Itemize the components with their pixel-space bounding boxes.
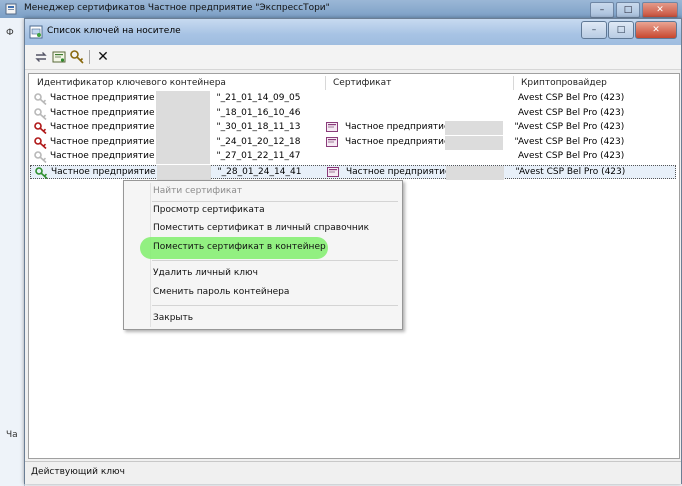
minimize-button[interactable]: – bbox=[581, 21, 607, 39]
menu-item-delete-private-key[interactable]: Удалить личный ключ bbox=[153, 265, 258, 281]
column-header-container-id[interactable]: Идентификатор ключевого контейнера bbox=[33, 74, 226, 92]
menu-item-view-certificate[interactable]: Просмотр сертификата bbox=[153, 202, 265, 218]
background-window-title: Менеджер сертификатов Частное предприяти… bbox=[24, 3, 330, 13]
dialog-title: Список ключей на носителе bbox=[47, 26, 181, 36]
menu-item-change-container-password[interactable]: Сменить пароль контейнера bbox=[153, 284, 289, 300]
menu-item-find-certificate: Найти сертификат bbox=[153, 186, 243, 196]
redacted-area bbox=[156, 149, 210, 164]
bg-close-button[interactable]: ✕ bbox=[642, 2, 678, 18]
key-icon bbox=[34, 136, 47, 149]
menu-item-place-cert-in-personal-store[interactable]: Поместить сертификат в личный справочник bbox=[153, 220, 369, 236]
list-header: Идентификатор ключевого контейнера Серти… bbox=[29, 74, 679, 92]
certificate-icon bbox=[326, 136, 338, 147]
bg-minimize-button[interactable]: – bbox=[590, 2, 614, 18]
bg-maximize-button[interactable]: □ bbox=[616, 2, 640, 18]
column-header-provider[interactable]: Криптопровайдер bbox=[517, 74, 607, 92]
background-left-panel: Ф Ча bbox=[0, 18, 25, 486]
column-divider[interactable] bbox=[513, 76, 514, 90]
redacted-area bbox=[156, 91, 210, 106]
redacted-area bbox=[446, 165, 504, 180]
delete-icon[interactable]: ✕ bbox=[95, 49, 111, 65]
redacted-area bbox=[445, 121, 503, 135]
key-icon bbox=[35, 166, 48, 179]
toolbar: ✕ bbox=[25, 45, 681, 70]
crypto-provider: Avest CSP Bel Pro (423) bbox=[518, 136, 625, 147]
table-row[interactable]: Частное предприятие " "_28_01_24_14_41 Час… bbox=[30, 164, 676, 180]
app-icon bbox=[5, 3, 17, 15]
key-icon bbox=[34, 93, 47, 105]
crypto-provider: Avest CSP Bel Pro (423) bbox=[518, 151, 625, 161]
dialog-icon bbox=[29, 25, 43, 39]
redacted-area bbox=[156, 120, 210, 135]
menu-separator bbox=[152, 260, 398, 261]
maximize-button[interactable]: □ bbox=[608, 21, 634, 39]
key-icon bbox=[34, 151, 47, 163]
redacted-area bbox=[156, 105, 210, 121]
menu-item-place-cert-in-container[interactable]: Поместить сертификат в контейнер bbox=[153, 239, 326, 255]
dialog-titlebar[interactable]: Список ключей на носителе – □ ✕ bbox=[25, 19, 681, 45]
redacted-area bbox=[157, 164, 211, 180]
certificate-icon bbox=[326, 122, 338, 132]
table-row[interactable]: Частное предприятие " "_18_01_16_10_46 Ave… bbox=[30, 105, 676, 121]
close-button[interactable]: ✕ bbox=[635, 21, 677, 39]
key-icon[interactable] bbox=[69, 49, 85, 65]
redacted-area bbox=[156, 134, 210, 150]
key-icon bbox=[34, 122, 47, 134]
crypto-provider: Avest CSP Bel Pro (423) bbox=[519, 166, 626, 177]
column-header-certificate[interactable]: Сертификат bbox=[329, 74, 391, 92]
table-row[interactable]: Частное предприятие " "_30_01_18_11_13 Час… bbox=[30, 120, 676, 135]
table-row[interactable]: Частное предприятие " "_24_01_20_12_18 Час… bbox=[30, 134, 676, 150]
refresh-icon[interactable] bbox=[33, 49, 49, 65]
background-titlebar: Менеджер сертификатов Частное предприяти… bbox=[0, 0, 682, 18]
table-row[interactable]: Частное предприятие " "_27_01_22_11_47 Ave… bbox=[30, 149, 676, 164]
toolbar-separator bbox=[89, 50, 90, 64]
key-icon bbox=[34, 107, 47, 120]
menu-separator bbox=[152, 305, 398, 306]
column-divider[interactable] bbox=[325, 76, 326, 90]
crypto-provider: Avest CSP Bel Pro (423) bbox=[518, 122, 625, 132]
background-menu-fragment[interactable]: Ф bbox=[6, 28, 14, 38]
status-text: Действующий ключ bbox=[31, 467, 125, 477]
table-row[interactable]: Частное предприятие " "_21_01_14_09_05 Ave… bbox=[30, 91, 676, 106]
crypto-provider: Avest CSP Bel Pro (423) bbox=[518, 93, 625, 103]
certificate-icon[interactable] bbox=[51, 49, 67, 65]
redacted-area bbox=[445, 135, 503, 150]
certificate-icon bbox=[327, 166, 339, 177]
menu-item-close[interactable]: Закрыть bbox=[153, 310, 193, 326]
status-bar: Действующий ключ bbox=[25, 461, 681, 484]
crypto-provider: Avest CSP Bel Pro (423) bbox=[518, 107, 625, 118]
background-list-fragment: Ча bbox=[6, 430, 18, 440]
